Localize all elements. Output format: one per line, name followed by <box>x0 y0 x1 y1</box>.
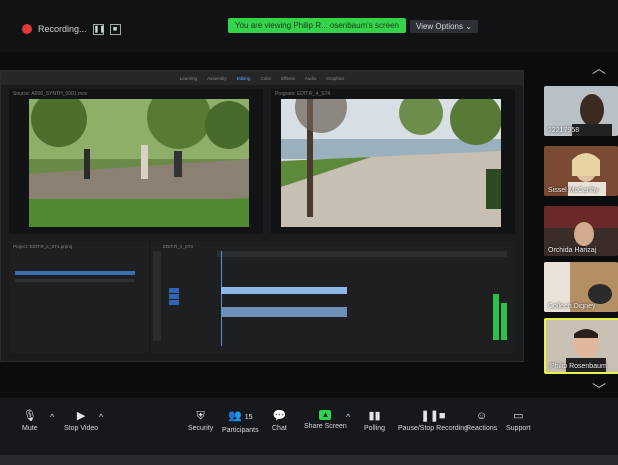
mute-label: Mute <box>22 425 38 432</box>
participant-name: Philip Rosenbaum <box>550 363 607 370</box>
chevron-up-icon[interactable]: ︿ <box>592 58 606 78</box>
time-ruler[interactable] <box>217 251 507 257</box>
video-camera-icon: ▶ <box>76 410 86 422</box>
recording-label: Recording... <box>38 24 87 34</box>
participant-tile[interactable]: Colleen Digney <box>544 262 618 312</box>
support-button[interactable]: ▭ Support <box>506 410 531 432</box>
chat-button[interactable]: 💬 Chat <box>272 410 287 432</box>
audio-meter-left <box>493 294 499 340</box>
participant-name: 12217958 <box>548 127 580 134</box>
project-panel: Project: EDIT.R_4_ST4.prproj <box>9 241 149 353</box>
chat-bubble-icon: 💬 <box>272 410 287 422</box>
video-clip[interactable] <box>221 287 347 294</box>
tools-strip[interactable] <box>153 251 161 341</box>
pause-stop-icon: ❚❚■ <box>420 410 446 422</box>
workspace-tab[interactable]: Assembly <box>207 76 227 81</box>
program-video-frame <box>281 99 501 227</box>
source-monitor: Source: A006_SYNTH_0001.mov <box>9 89 263 234</box>
reactions-label: Reactions <box>466 425 498 432</box>
stop-video-button[interactable]: ▶ Stop Video <box>64 410 98 432</box>
workspace-tab[interactable]: Learning <box>180 76 198 81</box>
participants-label: Participants <box>222 427 259 434</box>
participant-tile-active-speaker[interactable]: Philip Rosenbaum <box>544 318 618 374</box>
park-scene-image <box>29 99 249 227</box>
stop-video-label: Stop Video <box>64 425 99 432</box>
chevron-down-icon[interactable]: ﹀ <box>592 380 606 400</box>
recording-indicator: Recording... ❚❚ ■ <box>22 20 121 38</box>
audio-meter-right <box>501 303 507 340</box>
audio-clip[interactable] <box>221 307 347 317</box>
security-label: Security <box>188 425 214 432</box>
view-options-button[interactable]: View Options ⌄ <box>410 20 478 33</box>
premiere-workspace-tabs: Learning Assembly Editing Color Effects … <box>1 71 523 85</box>
smiley-icon: ☺ <box>475 410 488 422</box>
workspace-tab[interactable]: Editing <box>237 76 251 81</box>
project-item-selected[interactable] <box>15 271 135 275</box>
pause-stop-recording-label: Pause/Stop Recording <box>398 425 469 432</box>
chat-label: Chat <box>272 425 287 432</box>
source-video-frame <box>29 99 249 227</box>
participants-button[interactable]: 👥 15 Participants <box>222 410 259 434</box>
share-screen-icon: ▲ <box>319 410 332 420</box>
participant-tile[interactable]: 12217958 <box>544 86 618 136</box>
polling-button[interactable]: ▮▮ Polling <box>364 410 385 432</box>
waterfront-scene-image <box>281 99 501 227</box>
workspace-tab[interactable]: Audio <box>305 76 317 81</box>
microphone-icon: 🎙 <box>22 410 37 422</box>
workspace-tab[interactable]: Effects <box>281 76 295 81</box>
mute-button[interactable]: 🎙 Mute <box>22 410 38 432</box>
program-monitor: Program: EDIT.R_4_ST4 <box>271 89 515 234</box>
share-screen-button[interactable]: ▲ Share Screen <box>304 410 347 430</box>
playhead[interactable] <box>221 251 222 346</box>
project-panel-label: Project: EDIT.R_4_ST4.prproj <box>13 244 73 249</box>
timeline-label: EDIT.R_4_ST4 <box>163 244 194 249</box>
track-headers[interactable] <box>169 287 209 317</box>
support-icon: ▭ <box>513 410 524 422</box>
participants-count: 15 <box>244 414 253 421</box>
record-icon <box>22 24 32 34</box>
timeline-panel: EDIT.R_4_ST4 <box>151 241 515 353</box>
reactions-button[interactable]: ☺ Reactions <box>466 410 497 432</box>
stop-icon[interactable]: ■ <box>109 23 121 35</box>
pause-icon[interactable]: ❚❚ <box>92 23 105 35</box>
shared-screen: Learning Assembly Editing Color Effects … <box>0 70 524 362</box>
participant-name: Sissel McCarthy <box>548 187 599 194</box>
participant-name: Orchida Harizaj <box>548 247 597 254</box>
workspace-tab[interactable]: Color <box>260 76 271 81</box>
security-button[interactable]: ⛨ Security <box>188 410 213 432</box>
laptop-edge <box>0 455 618 465</box>
pause-stop-recording-button[interactable]: ❚❚■ Pause/Stop Recording <box>398 410 468 432</box>
participant-tile[interactable]: Orchida Harizaj <box>544 206 618 256</box>
source-monitor-label: Source: A006_SYNTH_0001.mov <box>13 91 88 97</box>
mute-options-caret-icon[interactable]: ^ <box>50 412 54 422</box>
shield-icon: ⛨ <box>196 410 205 422</box>
participant-name: Colleen Digney <box>548 303 596 310</box>
polling-label: Polling <box>364 425 386 432</box>
workspace-tab[interactable]: Graphics <box>326 76 344 81</box>
program-monitor-label: Program: EDIT.R_4_ST4 <box>275 91 331 97</box>
video-options-caret-icon[interactable]: ^ <box>99 412 103 422</box>
view-options-label: View Options <box>416 22 463 31</box>
share-options-caret-icon[interactable]: ^ <box>346 412 350 422</box>
share-screen-label: Share Screen <box>304 423 347 430</box>
viewing-screen-banner: You are viewing Philip R... osenbaum's s… <box>228 18 406 33</box>
support-label: Support <box>506 425 531 432</box>
participants-icon: 👥 15 <box>228 410 253 422</box>
participant-tile[interactable]: Sissel McCarthy <box>544 146 618 196</box>
project-item[interactable] <box>15 279 135 282</box>
bar-chart-icon: ▮▮ <box>368 410 381 422</box>
